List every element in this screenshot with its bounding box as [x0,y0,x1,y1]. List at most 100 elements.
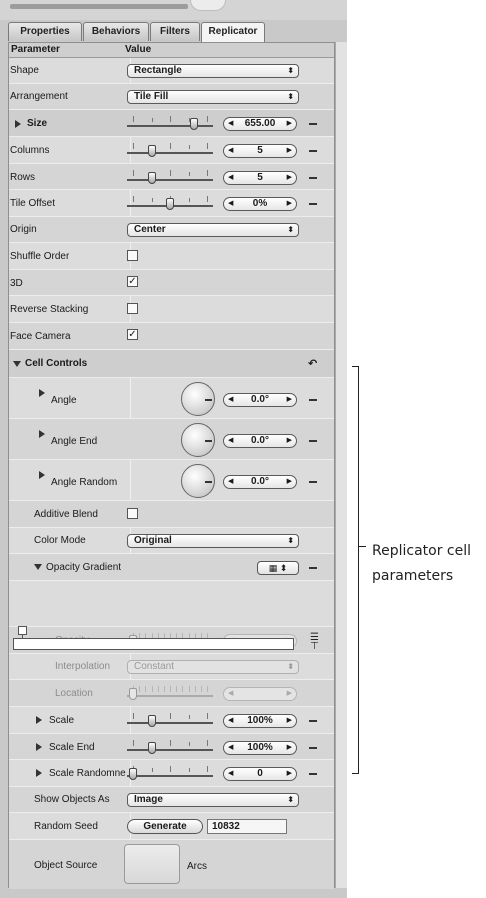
increment-icon[interactable]: ▶ [287,198,292,210]
disclosure-right-icon[interactable] [36,716,42,724]
opacity-gradient-bar[interactable] [13,638,294,650]
reverse-stacking-checkbox[interactable] [127,303,138,314]
disclosure-right-icon[interactable] [39,430,45,438]
angle-stepper[interactable]: ◀ 0.0° ▶ [223,393,297,407]
increment-icon[interactable]: ▶ [287,145,292,157]
shape-popup[interactable]: Rectangle ⬍ [127,64,299,78]
preview-knob[interactable] [190,0,226,11]
arrangement-value: Tile Fill [134,91,169,102]
slider-knob[interactable] [190,118,198,130]
gradient-preset-popup[interactable]: ▦ ⬍ [257,561,299,575]
face-camera-checkbox[interactable]: ✓ [127,329,138,340]
disclosure-right-icon[interactable] [36,743,42,751]
reset-icon[interactable]: ↶ [308,357,317,370]
decrement-icon[interactable]: ◀ [228,118,233,130]
slider-tick [139,686,140,692]
disclosure-down-icon[interactable] [34,564,42,570]
increment-icon[interactable]: ▶ [287,742,292,754]
tab-properties[interactable]: Properties [8,22,82,41]
angle-minus-icon[interactable] [309,399,317,401]
columns-minus-icon[interactable] [309,150,317,152]
slider-tick [164,686,165,692]
columns-stepper[interactable]: ◀ 5 ▶ [223,144,297,158]
slider-knob[interactable] [148,172,156,184]
tab-behaviors[interactable]: Behaviors [83,22,149,41]
slider-knob[interactable] [129,768,137,780]
rows-slider[interactable] [127,167,213,187]
increment-icon[interactable]: ▶ [287,688,292,700]
size-slider[interactable] [127,113,213,133]
columns-slider[interactable] [127,140,213,160]
slider-knob[interactable] [129,688,137,700]
decrement-icon[interactable]: ◀ [228,476,233,488]
rows-stepper[interactable]: ◀ 5 ▶ [223,171,297,185]
decrement-icon[interactable]: ◀ [228,198,233,210]
interpolation-popup[interactable]: Constant ⬍ [127,660,299,674]
slider-knob[interactable] [166,198,174,210]
random-seed-field[interactable]: 10832 [207,819,287,834]
tab-filters[interactable]: Filters [150,22,200,41]
angle-end-stepper[interactable]: ◀ 0.0° ▶ [223,434,297,448]
slider-track [127,722,213,724]
tile-offset-slider[interactable] [127,193,213,213]
angle-end-minus-icon[interactable] [309,440,317,442]
scale-randomness-slider[interactable] [127,763,213,783]
color-mode-popup[interactable]: Original ⬍ [127,534,299,548]
decrement-icon[interactable]: ◀ [228,394,233,406]
show-objects-as-popup[interactable]: Image ⬍ [127,793,299,807]
scale-end-stepper[interactable]: ◀ 100% ▶ [223,741,297,755]
size-stepper[interactable]: ◀ 655.00 ▶ [223,117,297,131]
rows-minus-icon[interactable] [309,177,317,179]
increment-icon[interactable]: ▶ [287,394,292,406]
origin-popup[interactable]: Center ⬍ [127,223,299,237]
slider-knob[interactable] [148,145,156,157]
tile-offset-minus-icon[interactable] [309,203,317,205]
disclosure-right-icon[interactable] [15,120,21,128]
decrement-icon[interactable]: ◀ [228,172,233,184]
additive-blend-checkbox[interactable] [127,508,138,519]
tab-replicator[interactable]: Replicator [201,22,265,43]
decrement-icon[interactable]: ◀ [228,435,233,447]
angle-random-stepper[interactable]: ◀ 0.0° ▶ [223,475,297,489]
shuffle-order-checkbox[interactable] [127,250,138,261]
decrement-icon[interactable]: ◀ [228,742,233,754]
3d-checkbox[interactable]: ✓ [127,276,138,287]
scale-minus-icon[interactable] [309,720,317,722]
disclosure-right-icon[interactable] [39,471,45,479]
disclosure-down-icon[interactable] [13,361,21,367]
scale-end-slider[interactable] [127,737,213,757]
disclosure-right-icon[interactable] [39,389,45,397]
angle-random-dial[interactable] [181,464,215,498]
object-source-well[interactable] [124,844,180,884]
scale-end-minus-icon[interactable] [309,747,317,749]
scale-stepper[interactable]: ◀ 100% ▶ [223,714,297,728]
decrement-icon[interactable]: ◀ [228,145,233,157]
scale-slider[interactable] [127,710,213,730]
increment-icon[interactable]: ▶ [287,768,292,780]
slider-knob[interactable] [148,742,156,754]
inspector-scrollbar[interactable] [335,42,347,888]
scale-randomness-minus-icon[interactable] [309,773,317,775]
decrement-icon[interactable]: ◀ [228,715,233,727]
increment-icon[interactable]: ▶ [287,435,292,447]
disclosure-right-icon[interactable] [36,769,42,777]
scale-randomness-stepper[interactable]: ◀ 0 ▶ [223,767,297,781]
location-stepper[interactable]: ◀ ▶ [223,687,297,701]
increment-icon[interactable]: ▶ [287,172,292,184]
opacity-gradient-minus-icon[interactable] [309,567,317,569]
angle-end-dial[interactable] [181,423,215,457]
generate-button[interactable]: Generate [127,819,203,834]
angle-random-minus-icon[interactable] [309,481,317,483]
tile-offset-stepper[interactable]: ◀ 0% ▶ [223,197,297,211]
increment-icon[interactable]: ▶ [287,118,292,130]
gradient-options-icon[interactable]: ☰ ⊤ [310,633,319,652]
increment-icon[interactable]: ▶ [287,476,292,488]
angle-dial[interactable] [181,382,215,416]
slider-knob[interactable] [148,715,156,727]
location-slider[interactable] [127,683,213,703]
decrement-icon[interactable]: ◀ [228,768,233,780]
size-minus-icon[interactable] [309,123,317,125]
decrement-icon[interactable]: ◀ [228,688,233,700]
increment-icon[interactable]: ▶ [287,715,292,727]
arrangement-popup[interactable]: Tile Fill ⬍ [127,90,299,104]
